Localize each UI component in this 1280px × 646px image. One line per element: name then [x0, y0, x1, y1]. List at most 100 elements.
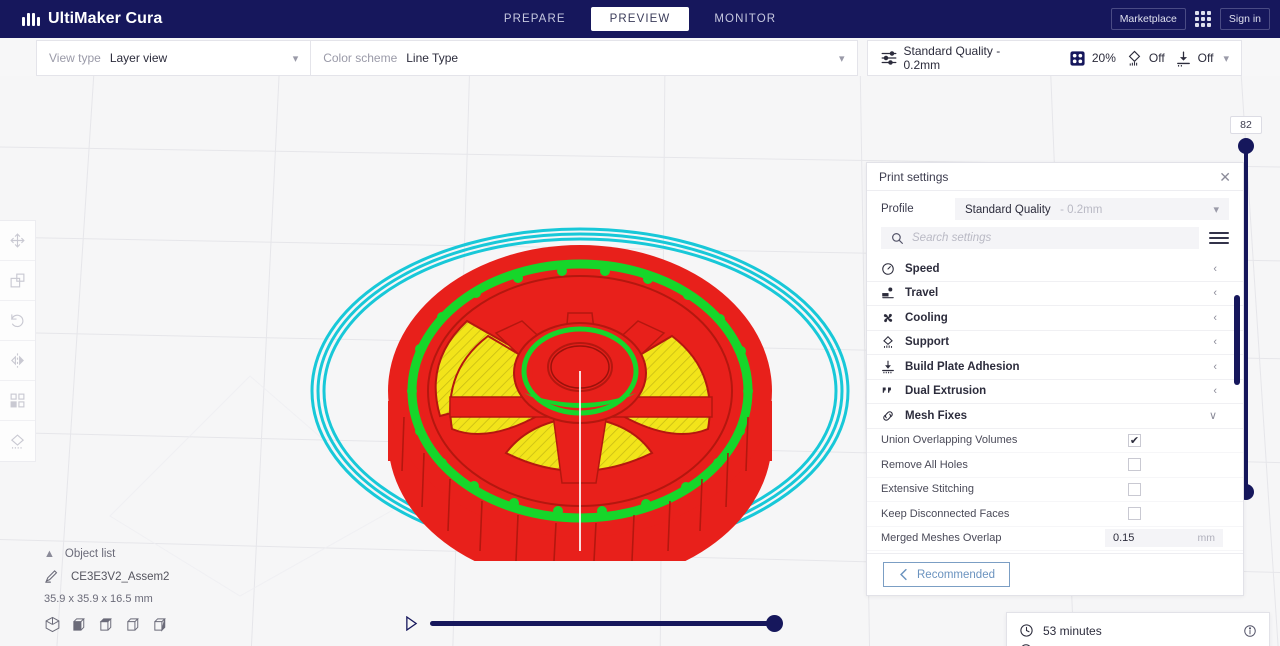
setting-label: Keep Disconnected Faces	[881, 507, 1010, 520]
object-list-header[interactable]: ▲ Object list	[44, 548, 274, 560]
settings-category-speed[interactable]: Speed ‹	[867, 257, 1243, 282]
play-icon[interactable]	[405, 615, 418, 631]
layer-slider-track[interactable]	[1244, 144, 1248, 494]
view-front-icon[interactable]	[71, 616, 88, 638]
chevron-left-icon: ‹	[1213, 336, 1217, 349]
move-tool[interactable]	[0, 221, 35, 261]
model-tools-sidebar	[0, 220, 36, 462]
per-model-settings-tool[interactable]	[0, 381, 35, 421]
settings-scrollbar-thumb[interactable]	[1234, 295, 1240, 385]
category-label: Cooling	[905, 311, 948, 324]
support-value: Off	[1148, 51, 1165, 65]
path-playback-bar	[405, 612, 783, 634]
chevron-left-icon	[898, 568, 909, 581]
setting-value-input[interactable]: 0.15 mm	[1105, 529, 1223, 548]
search-input[interactable]	[912, 232, 1189, 244]
search-settings-box[interactable]	[881, 227, 1199, 249]
setting-checkbox[interactable]: ✔	[1128, 433, 1141, 447]
setting-label: Remove All Holes	[881, 458, 968, 471]
setting-checkbox[interactable]	[1128, 507, 1141, 521]
color-scheme-dropdown[interactable]: Color scheme Line Type ▾	[310, 40, 858, 76]
rotate-icon	[9, 312, 26, 329]
adhesion-icon	[881, 360, 895, 374]
sign-in-button[interactable]: Sign in	[1219, 8, 1270, 30]
setting-checkbox[interactable]	[1128, 458, 1141, 472]
view-toolbar: View type Layer view ▾ Color scheme Line…	[36, 40, 1242, 76]
per-model-settings-icon	[9, 392, 26, 409]
category-label: Mesh Fixes	[905, 409, 967, 422]
settings-category-cooling[interactable]: Cooling ‹	[867, 306, 1243, 331]
layer-slider-upper-handle[interactable]	[1238, 138, 1254, 154]
category-label: Speed	[905, 262, 940, 275]
settings-category-travel[interactable]: Travel ‹	[867, 282, 1243, 306]
tab-prepare[interactable]: PREPARE	[485, 7, 585, 31]
chevron-down-icon[interactable]: ▾	[1223, 52, 1229, 65]
settings-category-mesh-fixes[interactable]: Mesh Fixes ∨	[867, 404, 1243, 429]
support-blocker-icon	[9, 433, 26, 450]
view-left-icon[interactable]	[125, 616, 142, 638]
hamburger-menu-icon[interactable]	[1209, 232, 1229, 244]
view-3d-icon[interactable]	[44, 616, 61, 638]
print-setup-selector[interactable]: Standard Quality - 0.2mm 20% Off Off ▾	[866, 40, 1242, 76]
mirror-tool[interactable]	[0, 341, 35, 381]
move-icon	[9, 232, 26, 249]
settings-scrollbar[interactable]	[1234, 295, 1240, 495]
marketplace-button[interactable]: Marketplace	[1110, 8, 1186, 30]
info-icon[interactable]	[1243, 624, 1257, 638]
setting-checkbox[interactable]	[1128, 482, 1141, 496]
support-item[interactable]: Off	[1126, 50, 1165, 67]
profile-row: Profile Standard Quality - 0.2mm ▾	[867, 191, 1243, 227]
settings-search-row	[867, 227, 1243, 257]
sliced-model-preview	[310, 227, 850, 561]
scale-tool[interactable]	[0, 261, 35, 301]
adhesion-item[interactable]: Off	[1175, 50, 1214, 67]
support-icon	[1126, 50, 1143, 67]
path-slider-track[interactable]	[430, 614, 783, 632]
print-settings-panel: Print settings ✕ Profile Standard Qualit…	[866, 162, 1244, 596]
infill-value: 20%	[1091, 51, 1116, 65]
chevron-left-icon: ‹	[1213, 360, 1217, 373]
rotate-tool[interactable]	[0, 301, 35, 341]
view-right-icon[interactable]	[152, 616, 169, 638]
object-list-item[interactable]: CE3E3V2_Assem2	[44, 569, 274, 584]
settings-category-support[interactable]: Support ‹	[867, 331, 1243, 355]
view-type-value: Layer view	[109, 51, 168, 65]
apps-grid-icon[interactable]	[1194, 11, 1211, 27]
close-icon[interactable]: ✕	[1219, 170, 1231, 184]
color-scheme-label: Color scheme	[323, 51, 398, 65]
print-time-value: 53 minutes	[1043, 623, 1102, 638]
support-blocker-tool[interactable]	[0, 421, 35, 461]
mesh-fixes-icon	[881, 409, 895, 423]
view-top-icon[interactable]	[98, 616, 115, 638]
setting-union-overlapping-volumes: Union Overlapping Volumes ✔	[867, 429, 1243, 453]
quality-profile-value: Standard Quality - 0.2mm	[903, 44, 1001, 72]
settings-category-dual-extrusion[interactable]: Dual Extrusion ‹	[867, 380, 1243, 404]
profile-value-sub: - 0.2mm	[1060, 204, 1103, 216]
object-name: CE3E3V2_Assem2	[71, 570, 170, 583]
setting-label: Extensive Stitching	[881, 483, 974, 496]
camera-view-buttons	[44, 616, 274, 638]
print-time-row: 53 minutes	[1019, 623, 1257, 638]
support-icon	[881, 335, 895, 349]
chevron-down-icon: ▾	[1213, 203, 1219, 216]
settings-list[interactable]: Speed ‹ Travel ‹ Cooling ‹ Support ‹ Bui…	[867, 257, 1243, 553]
infill-item[interactable]: 20%	[1069, 50, 1116, 67]
speed-icon	[881, 262, 895, 276]
adhesion-value: Off	[1197, 51, 1214, 65]
category-label: Dual Extrusion	[905, 385, 987, 398]
profile-dropdown[interactable]: Standard Quality - 0.2mm ▾	[955, 198, 1229, 220]
color-scheme-value: Line Type	[406, 51, 459, 65]
recommended-mode-button[interactable]: Recommended	[883, 562, 1010, 587]
settings-category-build-plate-adhesion[interactable]: Build Plate Adhesion ‹	[867, 355, 1243, 380]
tab-monitor[interactable]: MONITOR	[695, 7, 795, 31]
setting-extensive-stitching: Extensive Stitching	[867, 478, 1243, 502]
adhesion-icon	[1175, 50, 1192, 67]
setting-remove-all-holes: Remove All Holes	[867, 453, 1243, 478]
chevron-down-icon: ∨	[1208, 410, 1217, 423]
tab-preview[interactable]: PREVIEW	[590, 7, 690, 31]
view-type-dropdown[interactable]: View type Layer view ▾	[36, 40, 312, 76]
3d-viewport[interactable]: 82 ▲ Object list CE3E3V2_Assem2 35.9 x 3…	[0, 76, 1280, 646]
quality-profile-item[interactable]: Standard Quality - 0.2mm	[880, 44, 1035, 72]
infill-icon	[1069, 50, 1086, 67]
path-slider-handle[interactable]	[766, 614, 783, 632]
